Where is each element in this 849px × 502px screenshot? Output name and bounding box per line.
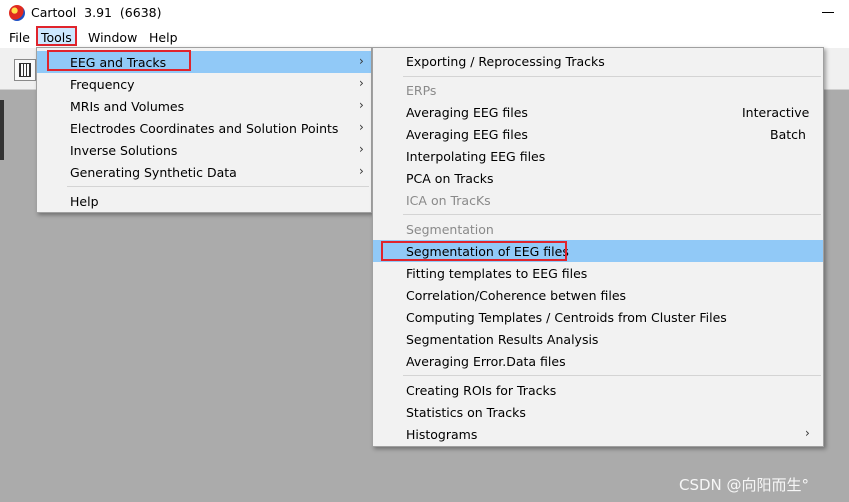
submenu-item-label: Computing Templates / Centroids from Clu… — [406, 310, 727, 325]
submenu-item-averaging-batch[interactable]: Averaging EEG files Batch — [373, 123, 823, 145]
tools-item-eeg-and-tracks[interactable]: EEG and Tracks › — [37, 51, 371, 73]
tools-item-generating-synthetic-data[interactable]: Generating Synthetic Data › — [37, 161, 371, 183]
submenu-item-histograms[interactable]: Histograms › — [373, 423, 823, 445]
submenu-item-label: Creating ROIs for Tracks — [406, 383, 557, 398]
submenu-item-label: Averaging EEG files — [406, 105, 528, 120]
title-bar: Cartool 3.91 (6638) — [0, 0, 849, 26]
tools-item-label: Help — [70, 194, 99, 209]
eeg-and-tracks-submenu: Exporting / Reprocessing Tracks ERPs Ave… — [372, 47, 824, 447]
menu-help[interactable]: Help — [149, 30, 178, 45]
minimize-icon[interactable] — [822, 12, 834, 13]
submenu-arrow-icon: › — [359, 142, 364, 156]
cartool-app-icon — [9, 5, 25, 21]
submenu-item-fitting[interactable]: Fitting templates to EEG files — [373, 262, 823, 284]
submenu-item-label: Exporting / Reprocessing Tracks — [406, 54, 605, 69]
submenu-item-shortcut: Batch — [770, 127, 806, 142]
tools-item-help[interactable]: Help — [37, 190, 371, 212]
submenu-item-statistics[interactable]: Statistics on Tracks — [373, 401, 823, 423]
submenu-arrow-icon: › — [359, 98, 364, 112]
submenu-item-label: Segmentation of EEG files — [406, 244, 569, 259]
document-icon — [19, 63, 31, 77]
submenu-item-ica: ICA on TracKs — [373, 189, 823, 211]
window-title: Cartool 3.91 (6638) — [31, 5, 162, 20]
tools-item-label: MRIs and Volumes — [70, 99, 185, 114]
submenu-arrow-icon: › — [805, 426, 810, 440]
tools-item-label: Generating Synthetic Data — [70, 165, 237, 180]
submenu-item-averaging-error[interactable]: Averaging Error.Data files — [373, 350, 823, 372]
workspace-left-edge — [0, 100, 4, 160]
submenu-arrow-icon: › — [359, 54, 364, 68]
menu-separator — [403, 76, 821, 77]
submenu-arrow-icon: › — [359, 76, 364, 90]
menu-file[interactable]: File — [9, 30, 30, 45]
submenu-arrow-icon: › — [359, 120, 364, 134]
toolbar-document-button[interactable] — [14, 59, 36, 81]
submenu-item-segmentation[interactable]: Segmentation of EEG files — [373, 240, 823, 262]
tools-item-electrodes-coordinates[interactable]: Electrodes Coordinates and Solution Poin… — [37, 117, 371, 139]
submenu-item-label: ICA on TracKs — [406, 193, 491, 208]
tools-item-label: EEG and Tracks — [70, 55, 167, 70]
submenu-item-creating-rois[interactable]: Creating ROIs for Tracks — [373, 379, 823, 401]
submenu-item-averaging-interactive[interactable]: Averaging EEG files Interactive — [373, 101, 823, 123]
submenu-item-label: Fitting templates to EEG files — [406, 266, 588, 281]
tools-dropdown-menu: EEG and Tracks › Frequency › MRIs and Vo… — [36, 47, 372, 213]
tools-item-label: Inverse Solutions — [70, 143, 178, 158]
submenu-header-segmentation: Segmentation — [373, 218, 823, 240]
submenu-item-correlation[interactable]: Correlation/Coherence betwen files — [373, 284, 823, 306]
submenu-header-label: ERPs — [406, 83, 437, 98]
submenu-header-erps: ERPs — [373, 79, 823, 101]
submenu-item-label: Averaging Error.Data files — [406, 354, 566, 369]
menu-separator — [403, 214, 821, 215]
submenu-item-computing-templates[interactable]: Computing Templates / Centroids from Clu… — [373, 306, 823, 328]
submenu-header-label: Segmentation — [406, 222, 494, 237]
submenu-item-shortcut: Interactive — [742, 105, 810, 120]
submenu-item-exporting[interactable]: Exporting / Reprocessing Tracks — [373, 50, 823, 72]
menu-bar: File Tools Window Help — [0, 26, 849, 48]
menu-separator — [67, 186, 369, 187]
submenu-item-segmentation-results[interactable]: Segmentation Results Analysis — [373, 328, 823, 350]
submenu-arrow-icon: › — [359, 164, 364, 178]
submenu-item-label: Correlation/Coherence betwen files — [406, 288, 627, 303]
submenu-item-label: Histograms — [406, 427, 478, 442]
menu-tools[interactable]: Tools — [36, 26, 77, 46]
submenu-item-label: PCA on Tracks — [406, 171, 494, 186]
menu-window[interactable]: Window — [88, 30, 137, 45]
tools-item-frequency[interactable]: Frequency › — [37, 73, 371, 95]
submenu-item-pca[interactable]: PCA on Tracks — [373, 167, 823, 189]
submenu-item-label: Averaging EEG files — [406, 127, 528, 142]
submenu-item-label: Statistics on Tracks — [406, 405, 526, 420]
tools-item-label: Frequency — [70, 77, 135, 92]
watermark: CSDN @向阳而生° — [679, 476, 810, 494]
tools-item-label: Electrodes Coordinates and Solution Poin… — [70, 121, 339, 136]
menu-separator — [403, 375, 821, 376]
submenu-item-label: Segmentation Results Analysis — [406, 332, 599, 347]
submenu-item-label: Interpolating EEG files — [406, 149, 546, 164]
tools-item-inverse-solutions[interactable]: Inverse Solutions › — [37, 139, 371, 161]
tools-item-mris-and-volumes[interactable]: MRIs and Volumes › — [37, 95, 371, 117]
submenu-item-interpolating[interactable]: Interpolating EEG files — [373, 145, 823, 167]
